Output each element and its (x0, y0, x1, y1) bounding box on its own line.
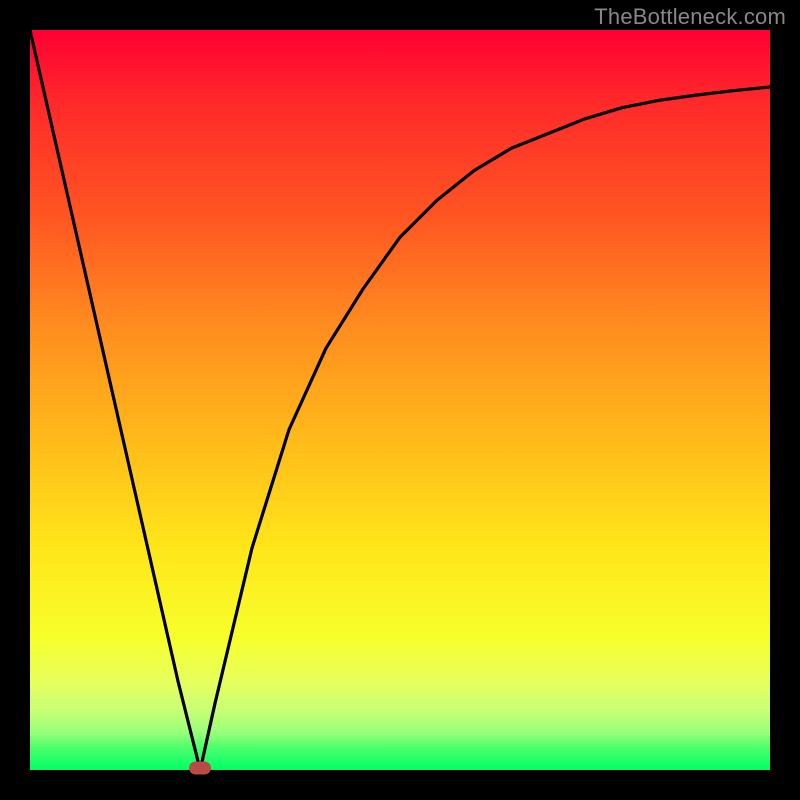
watermark-text: TheBottleneck.com (594, 4, 786, 30)
curve-svg (30, 30, 770, 770)
bottleneck-curve (30, 30, 770, 770)
plot-area (30, 30, 770, 770)
chart-frame: TheBottleneck.com (0, 0, 800, 800)
bottleneck-marker (189, 762, 211, 775)
